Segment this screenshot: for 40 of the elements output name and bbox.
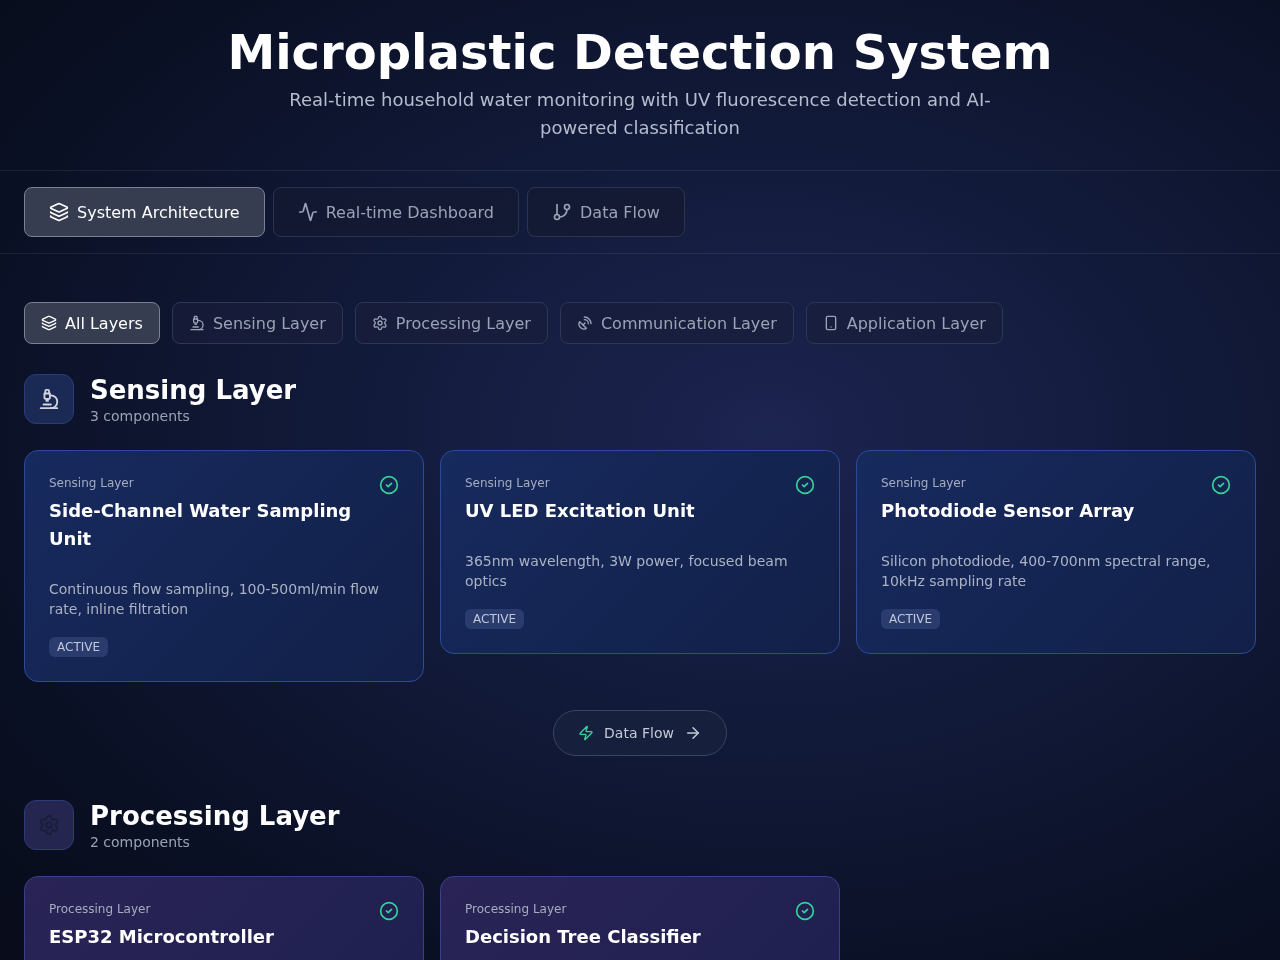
layer-filter[interactable]: Application Layer <box>805 302 1003 344</box>
layers-icon <box>49 202 69 222</box>
layer-filter[interactable]: Sensing Layer <box>171 302 343 344</box>
card-description: Continuous flow sampling, 100-500ml/min flow rate, inline filtration <box>49 580 381 619</box>
status-badge: ACTIVE <box>49 637 109 657</box>
page-title: Microplastic Detection System <box>227 24 1053 80</box>
layer-filter[interactable]: All Layers <box>24 302 160 344</box>
pulse-icon <box>297 202 318 222</box>
card-title: ESP32 Microcontroller <box>49 925 275 949</box>
microscope-icon <box>38 388 60 410</box>
card-category: Processing Layer <box>49 901 152 917</box>
view-tab[interactable]: Real-time Dashboard <box>272 187 519 237</box>
card-title: Photodiode Sensor Array <box>881 499 1136 523</box>
view-tab[interactable]: System Architecture <box>24 187 265 237</box>
branch-icon <box>552 202 572 222</box>
card-category: Processing Layer <box>465 901 568 917</box>
component-count: 3 components <box>90 408 191 424</box>
card-title: UV LED Excitation Unit <box>465 499 696 523</box>
status-badge: ACTIVE <box>881 609 941 629</box>
layer-filter[interactable]: Communication Layer <box>559 302 794 344</box>
card-category: Sensing Layer <box>465 475 551 491</box>
view-tab[interactable]: Data Flow <box>527 187 685 237</box>
lightning-icon <box>578 725 595 741</box>
section-title: Processing Layer <box>90 800 340 832</box>
card-description: 365nm wavelength, 3W power, focused beam optics <box>465 552 789 591</box>
card-title: Side-Channel Water Sampling Unit <box>49 499 353 551</box>
microscope-icon <box>188 315 205 331</box>
data-flow-button[interactable]: Data Flow <box>553 710 727 756</box>
card-category: Sensing Layer <box>49 475 135 491</box>
layer-filter[interactable]: Processing Layer <box>354 302 548 344</box>
card-title: Decision Tree Classifier <box>465 925 702 949</box>
section-title: Sensing Layer <box>90 374 297 406</box>
satellite-dish-icon <box>576 315 593 331</box>
page-subtitle: Real-time household water monitoring with UV fluorescence detection and AI-powered classification <box>288 88 992 140</box>
card-description: Silicon photodiode, 400-700nm spectral range, 10kHz sampling rate <box>881 552 1212 591</box>
card-category: Sensing Layer <box>881 475 967 491</box>
layers-icon <box>41 315 57 331</box>
gear-icon <box>371 315 388 331</box>
component-count: 2 components <box>90 834 191 850</box>
status-badge: ACTIVE <box>465 609 525 629</box>
